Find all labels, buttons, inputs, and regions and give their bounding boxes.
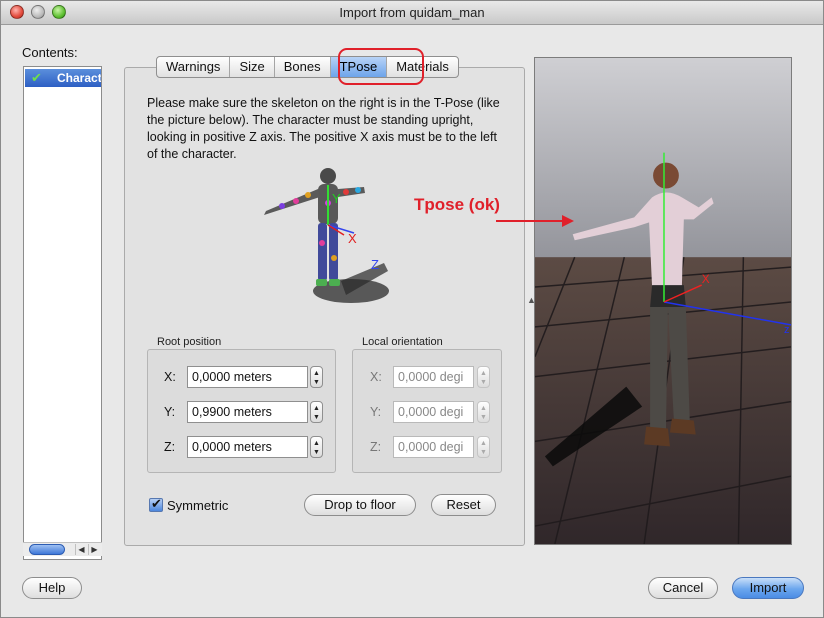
local-y-stepper[interactable]: ▲ ▼ xyxy=(477,401,490,423)
figure-z-axis-label: Z xyxy=(371,257,379,272)
local-x-field[interactable]: 0,0000 degi xyxy=(393,366,474,388)
import-button[interactable]: Import xyxy=(732,577,804,599)
tpose-reference-figure: Y X Z xyxy=(264,168,389,303)
cancel-button[interactable]: Cancel xyxy=(648,577,718,599)
scrollbar-thumb[interactable] xyxy=(29,544,65,555)
contents-label: Contents: xyxy=(22,45,78,60)
root-x-stepper[interactable]: ▲ ▼ xyxy=(310,366,323,388)
root-x-label: X: xyxy=(164,370,176,384)
tab-size[interactable]: Size xyxy=(230,57,275,77)
tpose-ok-annotation: Tpose (ok) xyxy=(414,195,500,214)
local-z-field[interactable]: 0,0000 degi xyxy=(393,436,474,458)
figure-x-axis-label: X xyxy=(348,231,357,246)
local-orientation-label: Local orientation xyxy=(362,336,443,348)
help-button[interactable]: Help xyxy=(22,577,82,599)
import-dialog: Import from quidam_man Contents: ✔ Chara… xyxy=(0,0,824,618)
contents-item-label: Charact xyxy=(57,71,101,85)
drop-to-floor-button[interactable]: Drop to floor xyxy=(304,494,416,516)
scroll-right-arrow-icon[interactable]: ▶ xyxy=(88,544,100,555)
root-x-field[interactable]: 0,0000 meters xyxy=(187,366,308,388)
window-title: Import from quidam_man xyxy=(339,5,485,20)
tpose-instructions: Please make sure the skeleton on the rig… xyxy=(147,96,500,161)
root-z-label: Z: xyxy=(164,440,176,454)
local-z-label: Z: xyxy=(370,440,382,454)
title-bar[interactable]: Import from quidam_man xyxy=(1,1,823,25)
figure-y-axis-label: Y xyxy=(332,191,341,206)
local-y-label: Y: xyxy=(370,405,382,419)
check-icon: ✔ xyxy=(31,70,42,85)
viewport-x-axis-label: X xyxy=(702,272,710,286)
contents-list[interactable]: ✔ Charact xyxy=(23,66,102,560)
3d-preview-viewport[interactable]: X z xyxy=(534,57,792,545)
root-y-field[interactable]: 0,9900 meters xyxy=(187,401,308,423)
tab-warnings[interactable]: Warnings xyxy=(157,57,231,77)
contents-item-character[interactable]: ✔ Charact xyxy=(25,69,101,87)
local-x-stepper[interactable]: ▲ ▼ xyxy=(477,366,490,388)
symmetric-label: Symmetric xyxy=(167,498,229,513)
reset-button[interactable]: Reset xyxy=(431,494,496,516)
scroll-left-arrow-icon[interactable]: ◀ xyxy=(75,544,87,555)
contents-horizontal-scrollbar[interactable]: ◀ ▶ xyxy=(23,542,102,556)
root-z-field[interactable]: 0,0000 meters xyxy=(187,436,308,458)
symmetric-checkbox[interactable] xyxy=(149,496,163,512)
root-position-label: Root position xyxy=(157,336,222,348)
tab-bones[interactable]: Bones xyxy=(275,57,331,77)
local-x-label: X: xyxy=(370,370,382,384)
root-y-label: Y: xyxy=(164,405,176,419)
viewport-z-axis-label: z xyxy=(784,324,789,336)
annotation-arrow-icon xyxy=(496,215,574,227)
local-y-field[interactable]: 0,0000 degi xyxy=(393,401,474,423)
local-z-stepper[interactable]: ▲ ▼ xyxy=(477,436,490,458)
root-z-stepper[interactable]: ▲ ▼ xyxy=(310,436,323,458)
tpose-tab-highlight-annotation xyxy=(338,48,424,85)
root-y-stepper[interactable]: ▲ ▼ xyxy=(310,401,323,423)
